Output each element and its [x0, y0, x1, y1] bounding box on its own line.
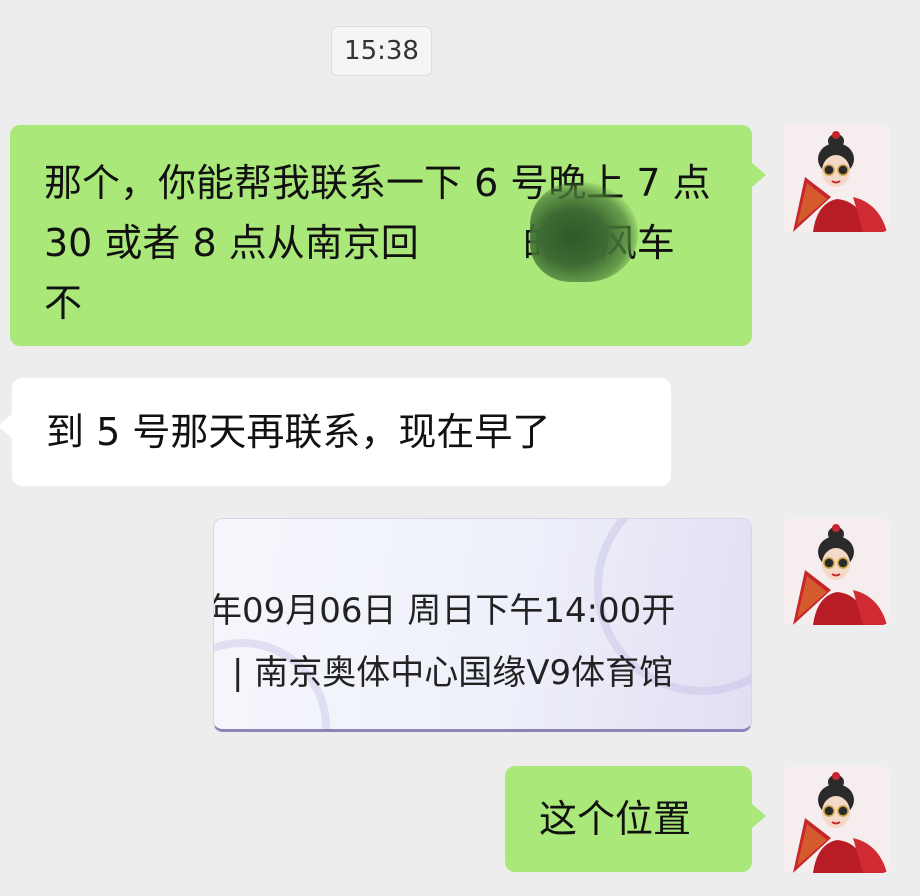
- user-avatar-icon[interactable]: [783, 125, 890, 232]
- shared-event-card[interactable]: 年09月06日 周日下午14:00开 | 南京奥体中心国缘V9体育馆: [213, 518, 752, 732]
- message-bubble-self[interactable]: 这个位置: [505, 766, 766, 872]
- redaction-smudge-mark: [530, 182, 638, 282]
- card-date-line: 年09月06日 周日下午14:00开: [213, 591, 676, 631]
- user-avatar-icon[interactable]: [783, 766, 890, 873]
- user-avatar-icon[interactable]: [783, 518, 890, 625]
- message-bubble-self[interactable]: 那个，你能帮我联系一下 6 号晚上 7 点 30 或者 8 点从南京回的顺风车不: [10, 125, 766, 346]
- card-venue-line: | 南京奥体中心国缘V9体育馆: [232, 653, 674, 693]
- message-bubble-other[interactable]: 到 5 号那天再联系，现在早了: [0, 378, 671, 486]
- timestamp: 15:38: [331, 26, 432, 76]
- avatar-illustration: [783, 518, 890, 625]
- avatar-illustration: [783, 125, 890, 232]
- message-text: 这个位置: [539, 797, 692, 841]
- avatar-illustration: [783, 766, 890, 873]
- message-text: 到 5 号那天再联系，现在早了: [46, 410, 551, 454]
